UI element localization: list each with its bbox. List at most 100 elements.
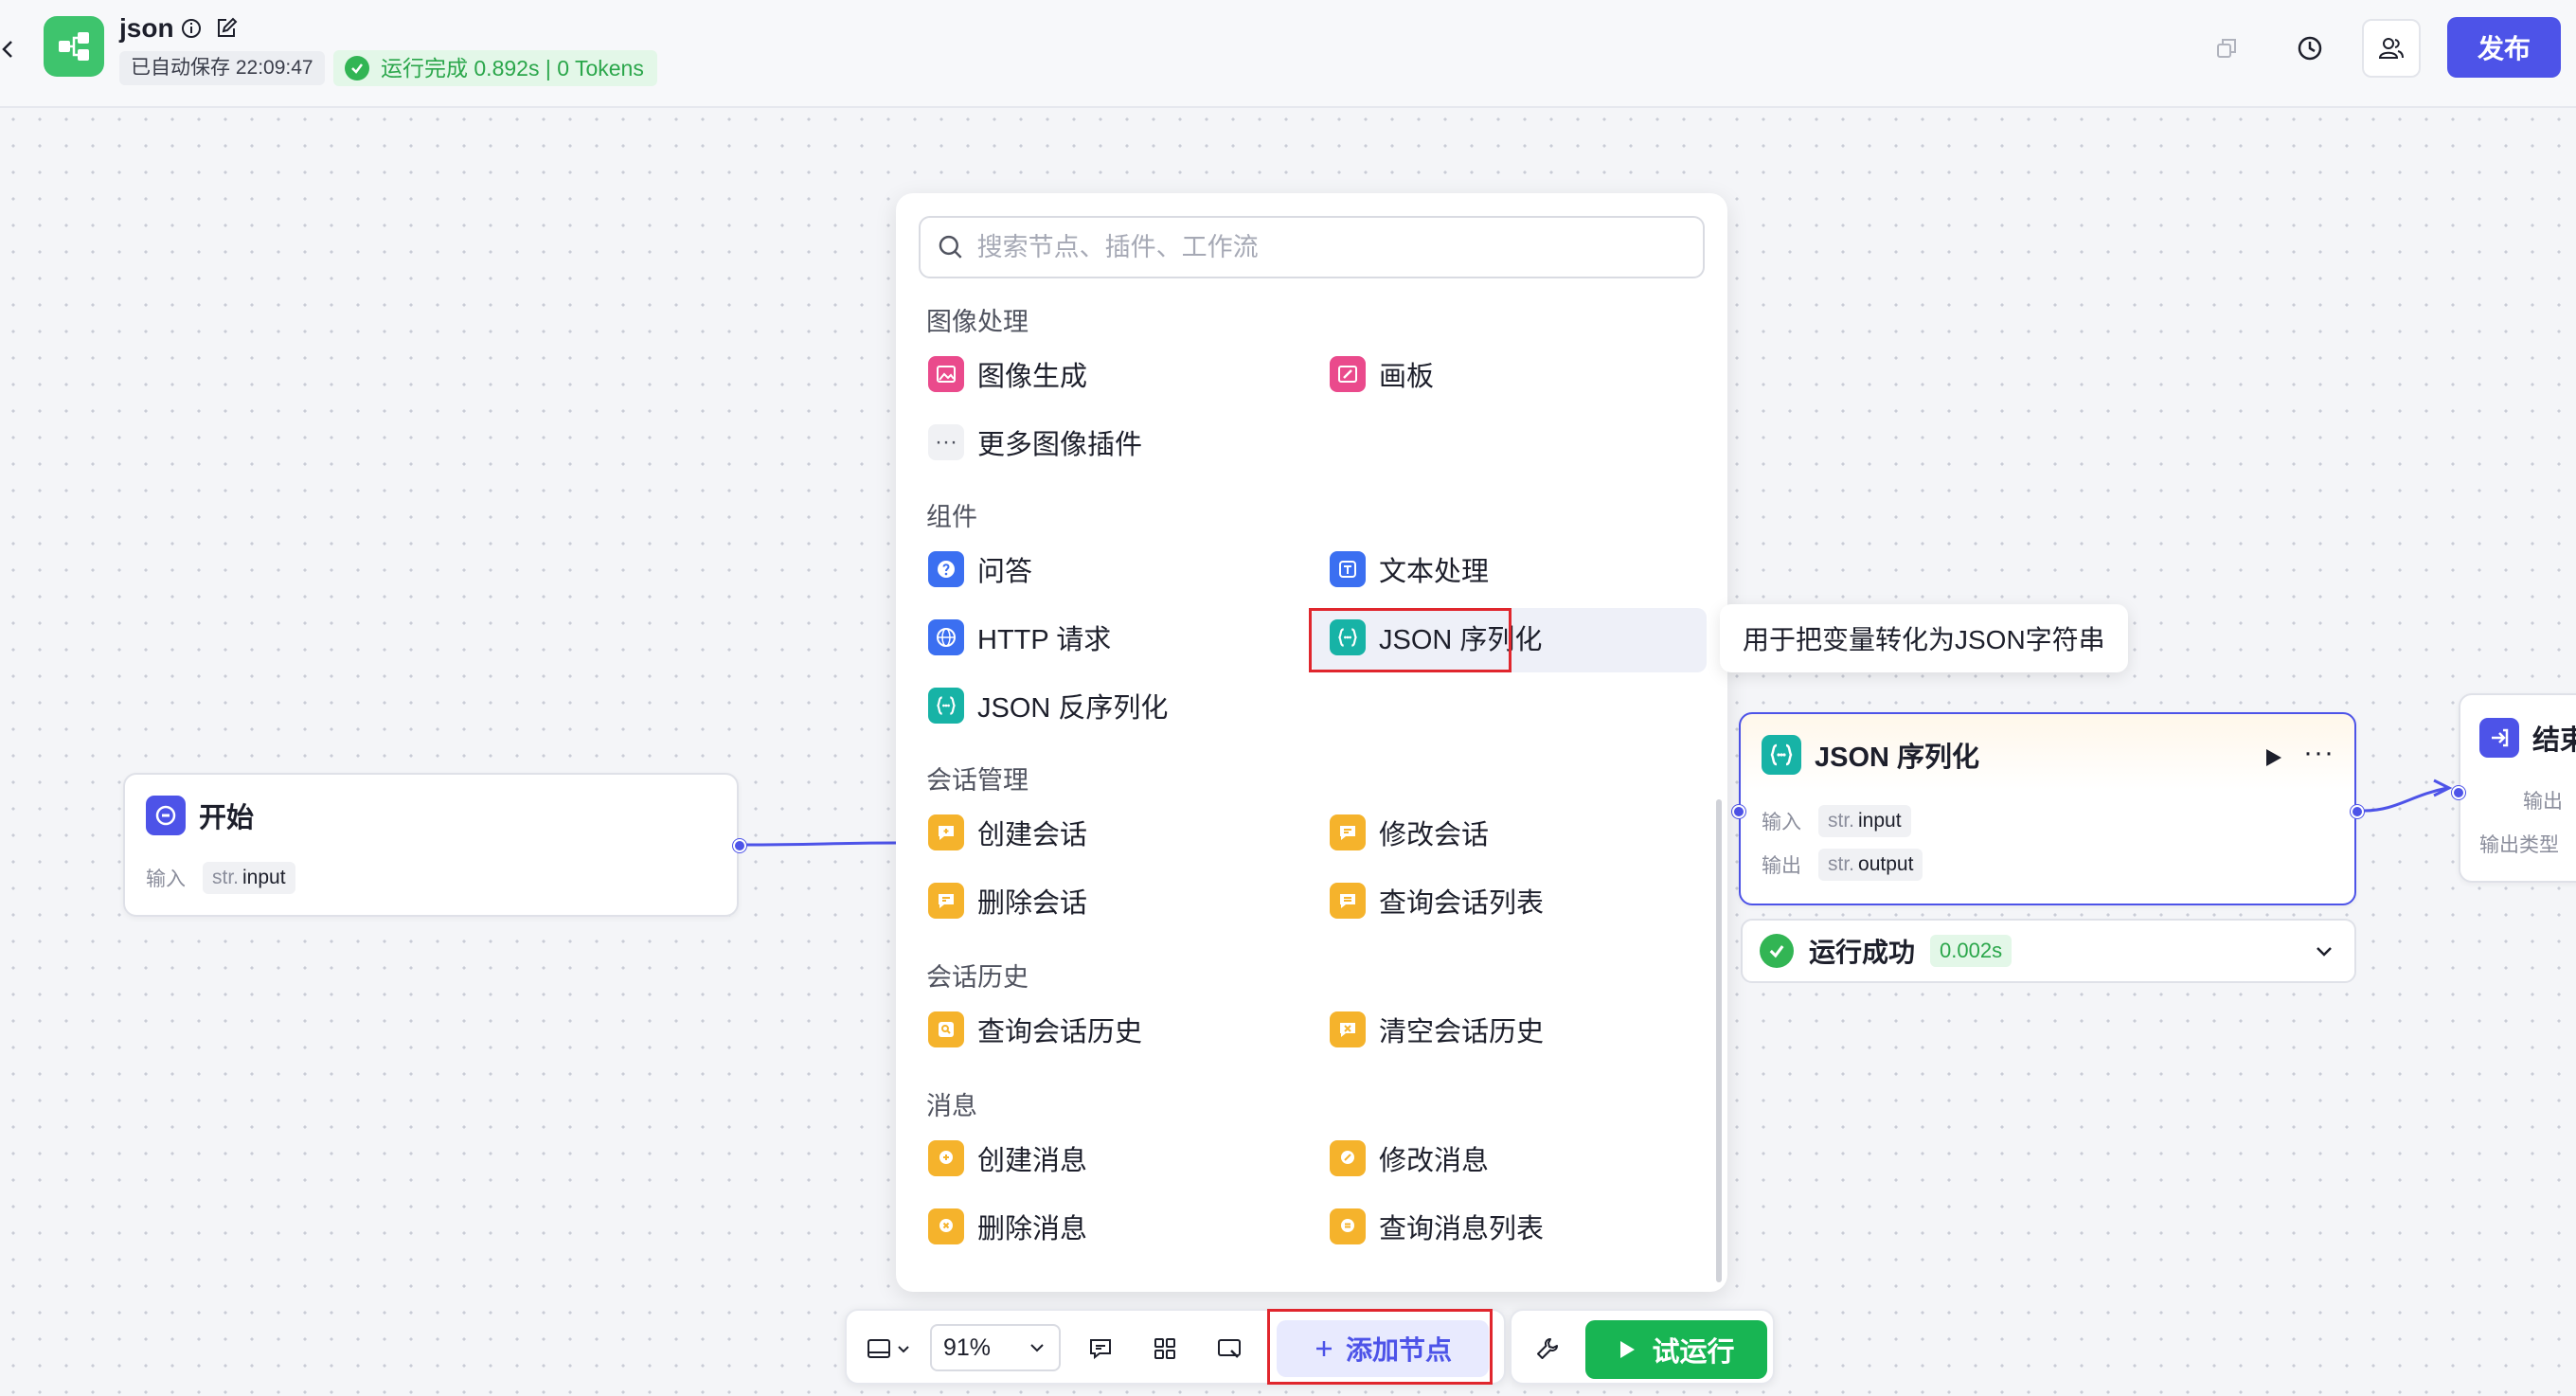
- json-node-input-row: 输入 str. input: [1762, 805, 1911, 837]
- section-title-image: 图像处理: [926, 308, 1029, 336]
- trial-run-button[interactable]: 试运行: [1585, 1320, 1767, 1379]
- item-query-history[interactable]: 查询会话历史: [928, 1004, 1142, 1055]
- message-edit-icon: [1330, 1140, 1366, 1176]
- end-node-input-port[interactable]: [2452, 786, 2465, 799]
- start-node-title: 开始: [199, 803, 255, 833]
- fit-view-button[interactable]: [1208, 1328, 1250, 1369]
- json-braces-icon: [1762, 735, 1801, 775]
- item-json-deserialize[interactable]: JSON 反序列化: [928, 680, 1168, 731]
- start-input-chip: str. input: [203, 862, 295, 894]
- json-input-label: 输入: [1762, 812, 1801, 833]
- json-node-input-port[interactable]: [1732, 805, 1745, 818]
- item-clear-history[interactable]: 清空会话历史: [1330, 1004, 1544, 1055]
- grid-layout-icon: [1154, 1338, 1175, 1359]
- start-node-header: 开始: [146, 796, 254, 835]
- section-title-components: 组件: [926, 503, 977, 531]
- zoom-value: 91%: [943, 1333, 992, 1361]
- chat-add-icon: [928, 814, 964, 850]
- section-title-history: 会话历史: [926, 963, 1029, 992]
- search-icon: [939, 235, 962, 259]
- item-delete-conversation[interactable]: 删除会话: [928, 875, 1087, 926]
- section-title-message: 消息: [926, 1092, 977, 1120]
- json-output-label: 输出: [1762, 855, 1801, 877]
- highlight-box-json-serialize: [1309, 608, 1512, 672]
- run-result-bar[interactable]: 运行成功 0.002s: [1741, 919, 2356, 983]
- chevron-down-icon[interactable]: [2311, 938, 2337, 964]
- item-query-message-list[interactable]: 查询消息列表: [1330, 1201, 1544, 1252]
- message-list-icon: [1330, 1208, 1366, 1244]
- minimap-icon: [868, 1339, 890, 1358]
- end-output-label: 输出: [2523, 791, 2563, 813]
- highlight-box-add-node: [1267, 1309, 1493, 1385]
- json-output-chip: str. output: [1818, 849, 1923, 881]
- run-result-text: 运行成功: [1809, 938, 1916, 967]
- play-icon[interactable]: [2260, 744, 2286, 771]
- item-edit-message[interactable]: 修改消息: [1330, 1133, 1489, 1184]
- search-input[interactable]: [976, 232, 1688, 262]
- more-options-icon[interactable]: ···: [2303, 739, 2339, 771]
- end-node-header: 结束: [2479, 718, 2576, 758]
- question-icon: [928, 551, 964, 587]
- item-image-generate[interactable]: 图像生成: [928, 349, 1087, 400]
- run-toolbar: 试运行: [1510, 1309, 1775, 1385]
- start-input-label: 输入: [146, 868, 186, 890]
- chat-delete-icon: [928, 883, 964, 919]
- item-more-image-plugins[interactable]: ··· 更多图像插件: [928, 417, 1142, 468]
- comment-icon: [1090, 1339, 1111, 1360]
- json-input-chip: str. input: [1818, 805, 1911, 837]
- item-edit-conversation[interactable]: 修改会话: [1330, 807, 1489, 858]
- start-node-output-port[interactable]: [733, 839, 746, 852]
- message-add-icon: [928, 1140, 964, 1176]
- end-icon: [2479, 718, 2519, 758]
- run-time-chip: 0.002s: [1930, 935, 2012, 967]
- json-node-title: JSON 序列化: [1815, 743, 1980, 773]
- success-check-icon: [1760, 934, 1794, 968]
- item-http-request[interactable]: HTTP 请求: [928, 612, 1111, 663]
- http-globe-icon: [928, 619, 964, 655]
- wrench-icon: [1537, 1338, 1558, 1359]
- item-canvas[interactable]: 画板: [1330, 349, 1434, 400]
- search-box[interactable]: [919, 216, 1705, 278]
- debug-tools-button[interactable]: [1527, 1328, 1568, 1369]
- edge-json-to-end: [2363, 786, 2448, 813]
- end-node[interactable]: 结束 输出 输出类型: [2452, 693, 2576, 883]
- more-dots-icon: ···: [928, 424, 964, 460]
- minimap-toggle[interactable]: [860, 1328, 917, 1369]
- section-title-conversation: 会话管理: [926, 766, 1029, 795]
- start-node[interactable]: 开始 输入 str. input: [123, 773, 746, 917]
- json-node-header: JSON 序列化: [1762, 735, 1979, 775]
- json-serialize-tooltip: 用于把变量转化为JSON字符串: [1720, 604, 2128, 672]
- item-text-process[interactable]: 文本处理: [1330, 544, 1489, 595]
- end-node-title: 结束: [2532, 725, 2576, 756]
- json-serialize-node[interactable]: JSON 序列化 ··· 输入 str. input 输出 str. outpu…: [1732, 712, 2364, 905]
- start-node-input-row: 输入 str. input: [146, 862, 295, 894]
- json-braces-icon: [928, 688, 964, 724]
- picker-scrollbar[interactable]: [1716, 799, 1722, 1282]
- history-clear-icon: [1330, 1011, 1366, 1047]
- node-picker-panel: 图像处理 图像生成 画板 ··· 更多图像插件 组件 问答 文本处理 HTTP …: [896, 193, 1727, 1292]
- chevron-down-icon: [1030, 1344, 1044, 1352]
- start-icon: [146, 796, 186, 835]
- item-create-message[interactable]: 创建消息: [928, 1133, 1087, 1184]
- text-process-icon: [1330, 551, 1366, 587]
- chat-edit-icon: [1330, 814, 1366, 850]
- chat-list-icon: [1330, 883, 1366, 919]
- end-output-type-label: 输出类型: [2479, 834, 2559, 856]
- message-delete-icon: [928, 1208, 964, 1244]
- item-query-conversation-list[interactable]: 查询会话列表: [1330, 875, 1544, 926]
- edge-start-to-picker: [742, 841, 897, 847]
- item-qa[interactable]: 问答: [928, 544, 1032, 595]
- auto-layout-button[interactable]: [1144, 1328, 1186, 1369]
- image-icon: [928, 356, 964, 392]
- zoom-select[interactable]: 91%: [930, 1324, 1061, 1371]
- comment-button[interactable]: [1080, 1328, 1121, 1369]
- json-node-output-port[interactable]: [2351, 805, 2364, 818]
- play-icon: [1620, 1341, 1636, 1358]
- canvas-icon: [1330, 356, 1366, 392]
- json-node-output-row: 输出 str. output: [1762, 849, 1923, 881]
- history-search-icon: [928, 1011, 964, 1047]
- item-delete-message[interactable]: 删除消息: [928, 1201, 1087, 1252]
- fit-view-icon: [1218, 1339, 1241, 1358]
- chevron-down-icon: [898, 1346, 909, 1353]
- item-create-conversation[interactable]: 创建会话: [928, 807, 1087, 858]
